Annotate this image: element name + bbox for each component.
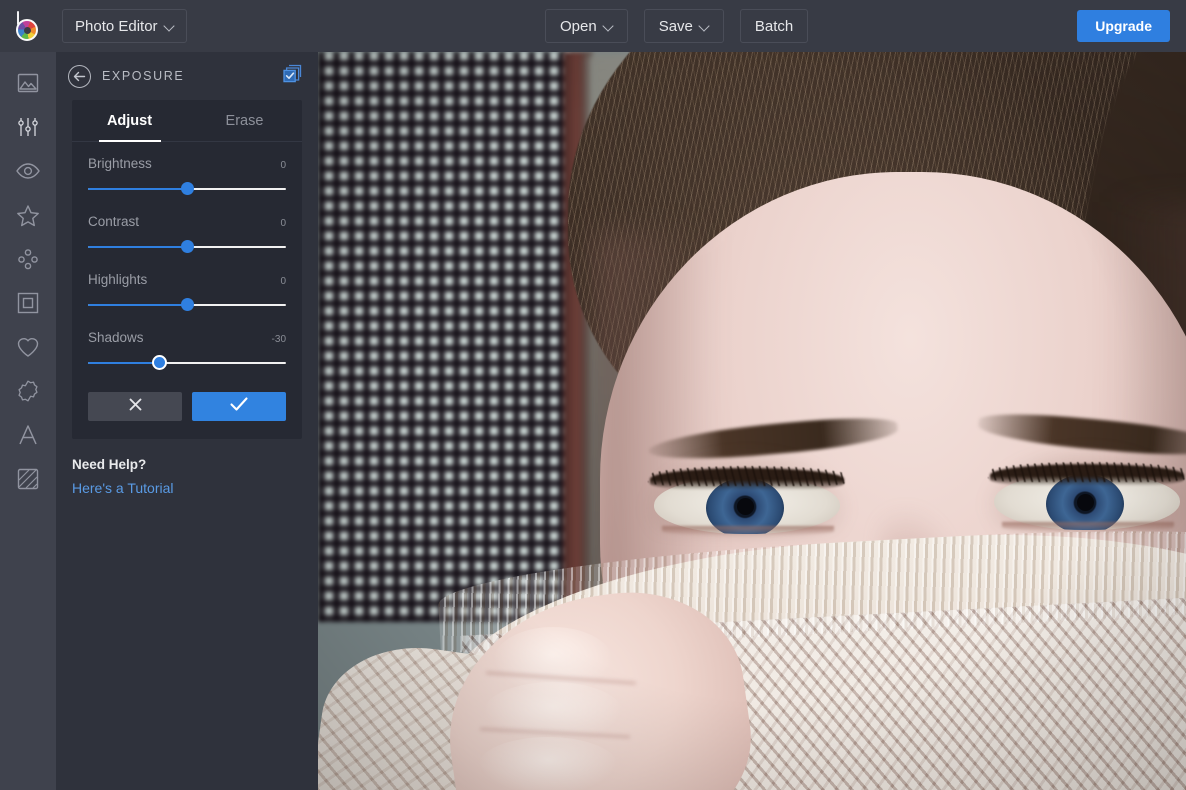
slider-highlights-track[interactable]: [88, 298, 286, 312]
save-label: Save: [658, 17, 693, 35]
slider-shadows-handle[interactable]: [151, 355, 167, 370]
tab-erase-label: Erase: [225, 112, 264, 129]
app-switcher-label: Photo Editor: [75, 17, 158, 35]
image-icon: [16, 72, 40, 94]
top-toolbar: Photo Editor Open Save Batch Upgrade: [0, 0, 1186, 52]
slider-highlights-label: Highlights: [88, 272, 148, 287]
tool-card: Adjust Erase Brightness 0 Contrast 0 Hig…: [72, 100, 302, 439]
apply-to-all-button[interactable]: [283, 64, 302, 88]
slider-contrast-value: 0: [280, 218, 286, 229]
slider-shadows-label: Shadows: [88, 330, 144, 345]
close-x-icon: [127, 396, 144, 418]
batch-button[interactable]: Batch: [739, 9, 809, 43]
slider-group: Brightness 0 Contrast 0 Highlights 0 Sha…: [72, 142, 302, 370]
panel-title: EXPOSURE: [102, 69, 185, 83]
square-frame-icon: [16, 291, 40, 315]
slider-highlights: Highlights 0: [88, 272, 286, 312]
slider-contrast-track[interactable]: [88, 240, 286, 254]
chevron-down-icon: [604, 22, 613, 31]
apply-button[interactable]: [192, 392, 286, 421]
apply-to-all-icon: [283, 64, 302, 88]
panel-header: EXPOSURE: [56, 52, 318, 100]
slider-brightness: Brightness 0: [88, 156, 286, 196]
star-icon: [16, 204, 40, 227]
slider-contrast-label: Contrast: [88, 214, 140, 229]
tab-adjust-label: Adjust: [106, 112, 153, 129]
help-title: Need Help?: [72, 457, 147, 472]
sidebar-item-text[interactable]: [6, 418, 50, 452]
photo-eye-left: [640, 448, 854, 542]
dots-icon: [16, 247, 40, 271]
panel-tabs: Adjust Erase: [72, 100, 302, 142]
slider-highlights-value: 0: [280, 276, 286, 287]
slider-shadows-track[interactable]: [88, 355, 286, 370]
image-canvas[interactable]: [318, 52, 1186, 790]
tool-sidebar: [0, 52, 56, 790]
upgrade-label: Upgrade: [1095, 18, 1152, 34]
slider-highlights-handle[interactable]: [180, 298, 194, 311]
slider-shadows: Shadows -30: [88, 330, 286, 370]
open-label: Open: [560, 17, 597, 35]
slider-brightness-label: Brightness: [88, 156, 152, 171]
photo-preview: [318, 52, 1186, 790]
tab-erase[interactable]: Erase: [187, 100, 302, 141]
panel-actions: [72, 370, 302, 421]
batch-label: Batch: [754, 17, 794, 35]
app-logo[interactable]: [0, 0, 56, 52]
sidebar-item-edit[interactable]: [6, 110, 50, 144]
slider-contrast-handle[interactable]: [180, 240, 194, 253]
save-button[interactable]: Save: [643, 9, 724, 43]
slider-brightness-track[interactable]: [88, 182, 286, 196]
sidebar-item-artsy[interactable]: [6, 242, 50, 276]
befunky-logo-icon: [13, 11, 43, 41]
tutorial-link[interactable]: Here's a Tutorial: [72, 480, 174, 496]
sidebar-item-frames[interactable]: [6, 286, 50, 320]
app-switcher-button[interactable]: Photo Editor: [62, 9, 187, 43]
sidebar-item-graphics[interactable]: [6, 374, 50, 408]
chevron-down-icon: [165, 22, 174, 31]
slider-shadows-value: -30: [271, 334, 286, 345]
back-button[interactable]: [56, 52, 102, 100]
toolbar-actions: Open Save Batch: [545, 0, 809, 52]
sidebar-item-effects[interactable]: [6, 198, 50, 232]
photo-background-gingham: [318, 52, 570, 622]
sidebar-item-image[interactable]: [6, 66, 50, 100]
sidebar-item-textures[interactable]: [6, 462, 50, 496]
help-section: Need Help? Here's a Tutorial: [56, 439, 318, 498]
text-a-icon: [16, 423, 40, 447]
open-button[interactable]: Open: [545, 9, 628, 43]
photo-eye-right: [980, 444, 1186, 538]
slider-brightness-handle[interactable]: [180, 182, 194, 195]
tab-adjust[interactable]: Adjust: [72, 100, 187, 141]
cancel-button[interactable]: [88, 392, 182, 421]
app-root: Photo Editor Open Save Batch Upgrade EXP…: [0, 0, 1186, 790]
slider-contrast: Contrast 0: [88, 214, 286, 254]
sidebar-item-overlays[interactable]: [6, 330, 50, 364]
back-arrow-icon: [67, 64, 91, 88]
texture-square-icon: [16, 467, 40, 491]
sliders-icon: [16, 115, 40, 139]
slider-brightness-value: 0: [280, 160, 286, 171]
chevron-down-icon: [700, 22, 709, 31]
sidebar-item-touch-up[interactable]: [6, 154, 50, 188]
checkmark-icon: [229, 396, 249, 417]
tool-panel: EXPOSURE Adjust Erase Brightness 0 Contr…: [56, 52, 318, 790]
flower-badge-icon: [16, 379, 40, 403]
heart-icon: [16, 336, 40, 358]
eye-icon: [15, 162, 41, 180]
upgrade-button[interactable]: Upgrade: [1077, 10, 1170, 42]
